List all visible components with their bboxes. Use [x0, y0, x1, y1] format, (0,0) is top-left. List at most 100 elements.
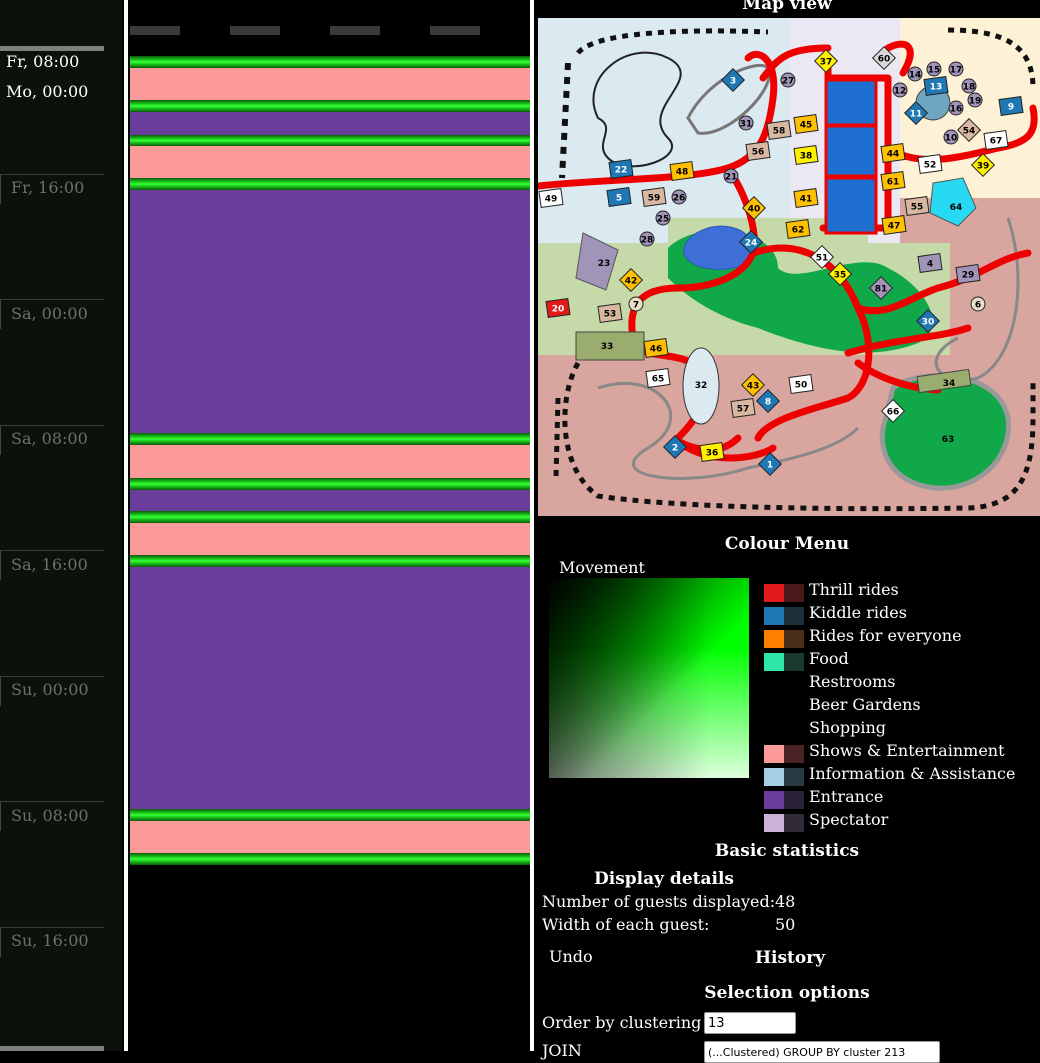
- legend-item[interactable]: Rides for everyone: [764, 626, 1034, 649]
- panel-divider[interactable]: [530, 0, 534, 1051]
- map-label: 48: [676, 168, 689, 178]
- legend-swatch[interactable]: [764, 630, 784, 648]
- map-label: 27: [782, 77, 795, 87]
- legend-swatch-dim[interactable]: [784, 653, 804, 671]
- timeline-brush-handle[interactable]: [330, 26, 380, 35]
- legend-swatch-dim[interactable]: [784, 768, 804, 786]
- legend-item[interactable]: Restrooms: [764, 672, 1034, 695]
- movement-band[interactable]: [130, 178, 530, 190]
- legend-swatch-dim[interactable]: [784, 630, 804, 648]
- map-label: 16: [950, 105, 963, 115]
- time-tick-label: Su, 00:00: [11, 680, 89, 699]
- legend-item[interactable]: Entrance: [764, 787, 1034, 810]
- movement-band[interactable]: [130, 511, 530, 523]
- entrance-band[interactable]: [130, 190, 530, 433]
- timeline-brush-handle[interactable]: [230, 26, 280, 35]
- map-label: 22: [615, 166, 628, 176]
- time-tick-mark: [0, 425, 1, 455]
- movement-band[interactable]: [130, 853, 530, 865]
- entrance-band[interactable]: [130, 567, 530, 809]
- legend-label: Beer Gardens: [809, 695, 921, 714]
- legend-swatch-dim[interactable]: [784, 584, 804, 602]
- legend-swatch[interactable]: [764, 791, 784, 809]
- legend-swatch[interactable]: [764, 814, 784, 832]
- movement-color-picker[interactable]: [549, 578, 749, 778]
- map-label: 13: [930, 83, 943, 93]
- order-by-clustering-input[interactable]: [704, 1012, 796, 1034]
- movement-band[interactable]: [130, 809, 530, 821]
- movement-band[interactable]: [130, 56, 530, 68]
- time-tick-mark: [0, 676, 1, 706]
- legend-item[interactable]: Shows & Entertainment: [764, 741, 1034, 764]
- map-label: 28: [641, 236, 654, 246]
- legend-item[interactable]: Information & Assistance: [764, 764, 1034, 787]
- movement-band[interactable]: [130, 555, 530, 567]
- guest-width-value: 50: [775, 915, 796, 934]
- colour-menu-title: Colour Menu: [724, 534, 850, 554]
- map-label: 63: [942, 435, 955, 445]
- map-label: 53: [604, 310, 617, 320]
- map-label: 23: [598, 259, 611, 269]
- shows-band[interactable]: [130, 523, 530, 555]
- movement-band[interactable]: [130, 478, 530, 490]
- legend-label: Thrill rides: [809, 580, 899, 599]
- guest-timeline[interactable]: [128, 0, 530, 1051]
- legend-item[interactable]: Food: [764, 649, 1034, 672]
- movement-band[interactable]: [130, 100, 530, 112]
- legend-label: Rides for everyone: [809, 626, 962, 645]
- legend-label: Shows & Entertainment: [809, 741, 1005, 760]
- map-label: 17: [950, 66, 963, 76]
- legend-item[interactable]: Spectator: [764, 810, 1034, 833]
- legend-swatch-dim[interactable]: [784, 607, 804, 625]
- map-label: 59: [648, 194, 661, 204]
- time-tick: [0, 801, 104, 802]
- shows-band[interactable]: [130, 68, 530, 100]
- shows-band[interactable]: [130, 445, 530, 478]
- legend-item[interactable]: Kiddle rides: [764, 603, 1034, 626]
- legend-swatch[interactable]: [764, 584, 784, 602]
- map-label: 11: [910, 110, 923, 120]
- movement-band[interactable]: [130, 135, 530, 146]
- join-input[interactable]: [704, 1041, 940, 1063]
- entrance-band[interactable]: [130, 112, 530, 135]
- map-label: 52: [924, 161, 937, 171]
- map-label: 29: [962, 271, 975, 281]
- legend-item[interactable]: Shopping: [764, 718, 1034, 741]
- shows-band[interactable]: [130, 146, 530, 178]
- map-label: 56: [752, 148, 765, 158]
- time-axis-scrollbar-bottom[interactable]: [0, 1046, 104, 1051]
- map-label: 31: [740, 120, 753, 130]
- shows-band[interactable]: [130, 821, 530, 853]
- map-label: 15: [928, 66, 941, 76]
- legend-swatch-dim[interactable]: [784, 791, 804, 809]
- time-tick-label: Sa, 16:00: [11, 555, 88, 574]
- legend-item[interactable]: Thrill rides: [764, 580, 1034, 603]
- legend-swatch-dim[interactable]: [784, 745, 804, 763]
- legend-swatch[interactable]: [764, 653, 784, 671]
- time-tick: [0, 425, 104, 426]
- entrance-band[interactable]: [130, 490, 530, 511]
- map-label: 7: [633, 301, 639, 311]
- legend-swatch-dim[interactable]: [784, 814, 804, 832]
- time-axis-scrollbar-top[interactable]: [0, 46, 104, 51]
- time-tick: [0, 927, 104, 928]
- timeline-brush-handle[interactable]: [130, 26, 180, 35]
- map-label: 55: [911, 203, 924, 213]
- park-map[interactable]: 32 23 33 34 63 64 123456789101112 1314 151…: [538, 18, 1040, 516]
- legend-label: Shopping: [809, 718, 887, 737]
- map-label: 58: [773, 127, 786, 137]
- map-label: 32: [695, 381, 708, 391]
- map-label: 45: [800, 121, 813, 131]
- legend-swatch[interactable]: [764, 607, 784, 625]
- undo-button[interactable]: Undo: [549, 947, 593, 966]
- legend-swatch[interactable]: [764, 768, 784, 786]
- movement-band[interactable]: [130, 433, 530, 445]
- legend-item[interactable]: Beer Gardens: [764, 695, 1034, 718]
- map-label: 21: [725, 173, 738, 183]
- timeline-brush-handle[interactable]: [430, 26, 480, 35]
- building-block: [824, 124, 878, 178]
- map-label: 19: [969, 97, 982, 107]
- building-block: [824, 78, 878, 127]
- legend-swatch[interactable]: [764, 745, 784, 763]
- history-title: History: [754, 948, 826, 968]
